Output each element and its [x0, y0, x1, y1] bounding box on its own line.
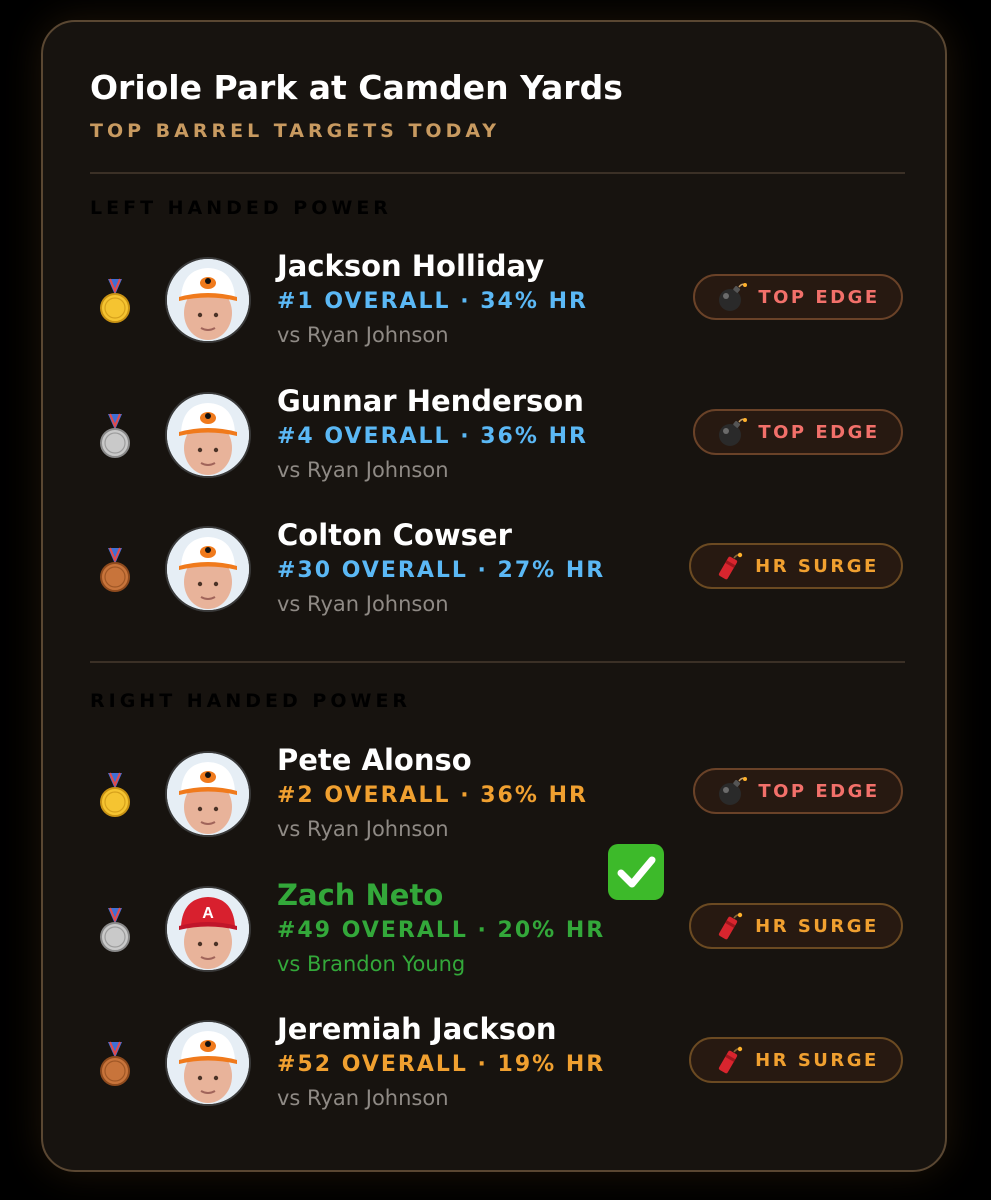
player-rank-stat: #1 OVERALL · 34% HR — [277, 289, 588, 314]
player-row[interactable]: Jackson Holliday #1 OVERALL · 34% HR vs Ry… — [43, 249, 949, 357]
opponent-pitcher: vs Brandon Young — [277, 952, 466, 976]
firecracker-icon — [713, 910, 745, 942]
opponent-pitcher: vs Ryan Johnson — [277, 1086, 449, 1110]
page-title: Oriole Park at Camden Yards — [90, 68, 623, 107]
checkmark-icon — [608, 844, 664, 900]
player-rank-stat: #30 OVERALL · 27% HR — [277, 558, 606, 583]
player-name[interactable]: Pete Alonso — [277, 743, 472, 777]
divider — [90, 172, 905, 174]
medal-3-icon — [96, 546, 134, 598]
top-edge-badge[interactable]: TOP EDGE — [693, 409, 903, 455]
player-row[interactable]: A Zach Neto #49 OVERALL · 20% HR vs Brandon… — [43, 878, 949, 986]
section-label-right: RIGHT HANDED POWER — [90, 690, 412, 712]
bomb-icon — [716, 281, 748, 313]
player-row[interactable]: Pete Alonso #2 OVERALL · 36% HR vs Ryan Jo… — [43, 743, 949, 851]
player-rank-stat: #49 OVERALL · 20% HR — [277, 918, 606, 943]
player-rank-stat: #4 OVERALL · 36% HR — [277, 424, 588, 449]
hr-surge-badge[interactable]: HR SURGE — [689, 1037, 903, 1083]
medal-1-icon — [96, 277, 134, 329]
player-name[interactable]: Jeremiah Jackson — [277, 1012, 557, 1046]
badge-label: HR SURGE — [755, 1049, 879, 1071]
medal-3-icon — [96, 1040, 134, 1092]
player-rank-stat: #2 OVERALL · 36% HR — [277, 783, 588, 808]
badge-label: TOP EDGE — [758, 286, 880, 308]
hr-surge-badge[interactable]: HR SURGE — [689, 543, 903, 589]
firecracker-icon — [713, 550, 745, 582]
player-row[interactable]: Colton Cowser #30 OVERALL · 27% HR vs Ryan… — [43, 518, 949, 626]
firecracker-icon — [713, 1044, 745, 1076]
medal-2-icon — [96, 906, 134, 958]
medal-1-icon — [96, 771, 134, 823]
divider — [90, 661, 905, 663]
badge-label: HR SURGE — [755, 915, 879, 937]
avatar — [165, 257, 251, 343]
barrel-targets-card: Oriole Park at Camden Yards TOP BARREL T… — [41, 20, 947, 1172]
badge-label: TOP EDGE — [758, 421, 880, 443]
bomb-icon — [716, 775, 748, 807]
opponent-pitcher: vs Ryan Johnson — [277, 817, 449, 841]
player-rank-stat: #52 OVERALL · 19% HR — [277, 1052, 606, 1077]
player-name[interactable]: Zach Neto — [277, 878, 443, 912]
badge-label: TOP EDGE — [758, 780, 880, 802]
svg-text:A: A — [202, 905, 214, 922]
player-name[interactable]: Jackson Holliday — [277, 249, 544, 283]
opponent-pitcher: vs Ryan Johnson — [277, 458, 449, 482]
top-edge-badge[interactable]: TOP EDGE — [693, 768, 903, 814]
hr-surge-badge[interactable]: HR SURGE — [689, 903, 903, 949]
opponent-pitcher: vs Ryan Johnson — [277, 592, 449, 616]
opponent-pitcher: vs Ryan Johnson — [277, 323, 449, 347]
top-edge-badge[interactable]: TOP EDGE — [693, 274, 903, 320]
avatar: A — [165, 886, 251, 972]
page-subtitle: TOP BARREL TARGETS TODAY — [90, 120, 500, 142]
player-row[interactable]: Gunnar Henderson #4 OVERALL · 36% HR vs Ry… — [43, 384, 949, 492]
medal-2-icon — [96, 412, 134, 464]
bomb-icon — [716, 416, 748, 448]
avatar — [165, 392, 251, 478]
avatar — [165, 751, 251, 837]
section-label-left: LEFT HANDED POWER — [90, 197, 392, 219]
avatar — [165, 526, 251, 612]
avatar — [165, 1020, 251, 1106]
badge-label: HR SURGE — [755, 555, 879, 577]
player-row[interactable]: Jeremiah Jackson #52 OVERALL · 19% HR vs R… — [43, 1012, 949, 1120]
player-name[interactable]: Gunnar Henderson — [277, 384, 584, 418]
player-name[interactable]: Colton Cowser — [277, 518, 512, 552]
